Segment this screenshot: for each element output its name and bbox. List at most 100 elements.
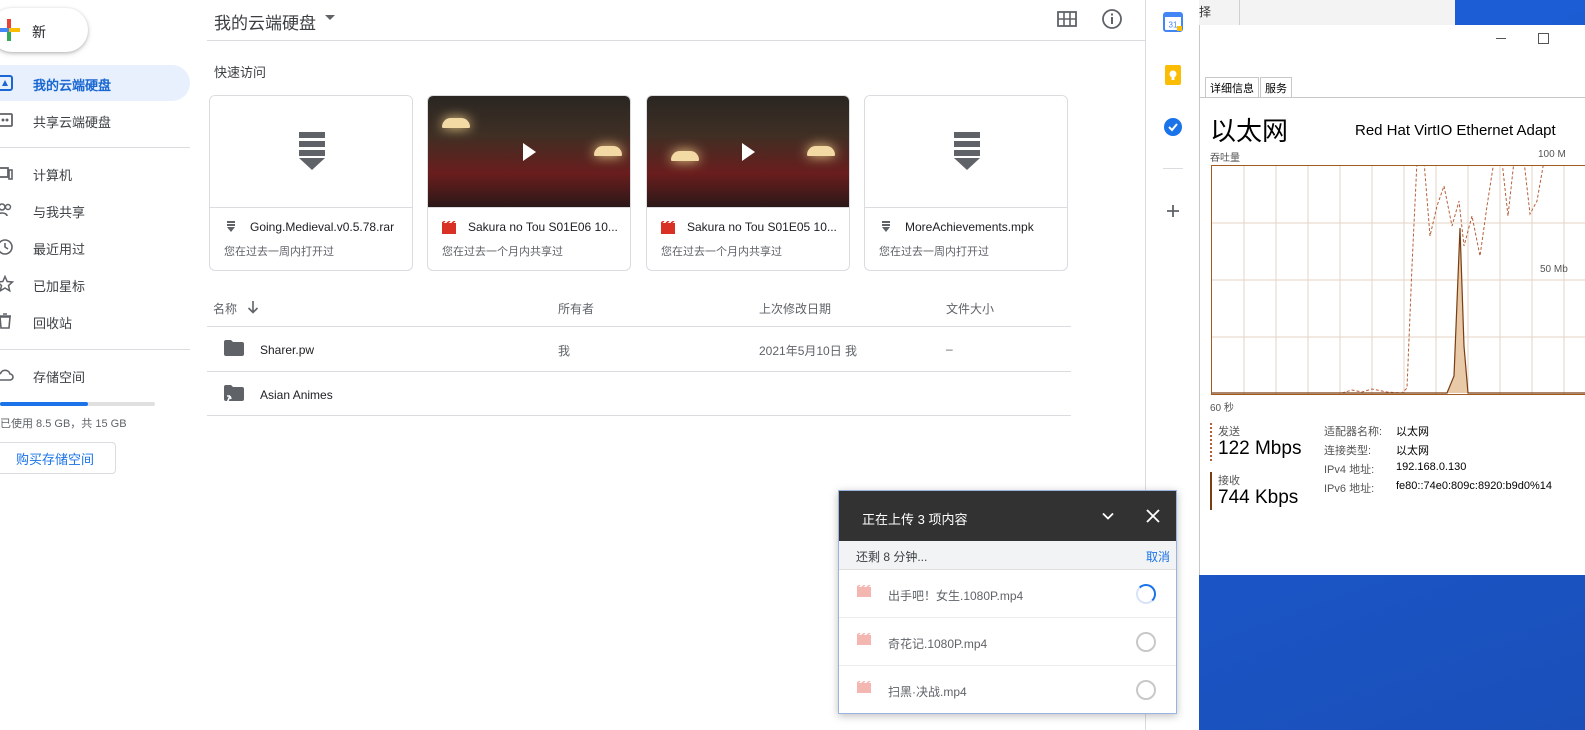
- video-file-icon: [857, 633, 871, 645]
- page-title[interactable]: 我的云端硬盘: [214, 9, 316, 34]
- buy-storage-button[interactable]: 购买存储空间: [0, 442, 116, 474]
- tasks-icon[interactable]: [1163, 117, 1183, 137]
- archive-icon: [954, 132, 980, 170]
- sidebar-item-label: 我的云端硬盘: [33, 78, 112, 93]
- cloud-icon: [0, 369, 14, 381]
- card-subtitle: 您在过去一个月内共享过: [442, 246, 563, 258]
- upload-title: 正在上传 3 项内容: [862, 512, 968, 527]
- upload-progress-spinner: [1136, 584, 1156, 604]
- sort-arrow-down-icon[interactable]: [247, 300, 259, 314]
- info-icon[interactable]: [1101, 8, 1123, 30]
- column-header-owner[interactable]: 所有者: [558, 300, 594, 317]
- card-subtitle: 您在过去一周内打开过: [879, 246, 989, 258]
- column-header-modified[interactable]: 上次修改日期: [759, 300, 831, 317]
- background-window-strip: 择: [1199, 0, 1455, 26]
- tab-details[interactable]: 详细信息: [1205, 77, 1259, 97]
- card-thumbnail: [865, 96, 1067, 208]
- sidebar-item-label: 已加星标: [33, 279, 86, 294]
- background-window-text: 择: [1199, 5, 1212, 19]
- upload-remaining-time: 还剩 8 分钟...: [856, 550, 928, 564]
- upload-panel: 正在上传 3 项内容 还剩 8 分钟... 取消 出手吧！女生.1080P.mp…: [838, 490, 1177, 714]
- table-divider: [207, 415, 1071, 416]
- detail-value: fe80::74e0:809c:8920:b9d0%14: [1396, 480, 1552, 492]
- send-legend-marker: [1210, 423, 1212, 461]
- drive-icon: [0, 75, 13, 91]
- thumbnail-lamp: [442, 118, 470, 128]
- video-file-icon: [442, 221, 456, 234]
- maximize-icon[interactable]: [1538, 33, 1549, 44]
- sidebar-item-shared-drives[interactable]: 共享云端硬盘: [0, 102, 190, 138]
- sidebar-item-label: 存储空间: [33, 370, 86, 385]
- sidebar-item-storage[interactable]: 存储空间: [0, 357, 190, 393]
- sidebar-item-recent[interactable]: 最近用过: [0, 229, 190, 265]
- sidebar-item-computers[interactable]: 计算机: [0, 155, 190, 191]
- card-subtitle: 您在过去一个月内共享过: [661, 246, 782, 258]
- shared-drive-icon: [0, 113, 13, 127]
- table-row[interactable]: Sharer.pw 我 2021年5月10日 我 –: [207, 327, 1071, 371]
- throughput-graph: [1211, 160, 1585, 395]
- computer-icon: [0, 167, 13, 180]
- quick-access-card[interactable]: Sakura no Tou S01E05 10... 您在过去一个月内共享过: [646, 95, 850, 271]
- column-header-name[interactable]: 名称: [213, 300, 237, 317]
- new-button[interactable]: 新: [0, 8, 88, 52]
- receive-label: 接收: [1218, 475, 1240, 487]
- play-icon: [523, 142, 536, 161]
- tab-strip-divider: [1200, 97, 1585, 98]
- detail-value: 以太网: [1396, 445, 1429, 457]
- row-modified: 2021年5月10日 我: [759, 344, 858, 358]
- card-thumbnail: [428, 96, 630, 208]
- graph-mid-label: 50 Mb: [1540, 264, 1568, 275]
- title-dropdown-icon[interactable]: [325, 15, 335, 20]
- svg-text:31: 31: [1169, 21, 1178, 30]
- sidebar-item-starred[interactable]: 已加星标: [0, 266, 190, 302]
- quick-access-card[interactable]: Going.Medieval.v0.5.78.rar 您在过去一周内打开过: [209, 95, 413, 271]
- upload-panel-header: 正在上传 3 项内容: [839, 491, 1176, 541]
- quick-access-card[interactable]: MoreAchievements.mpk 您在过去一周内打开过: [864, 95, 1068, 271]
- detail-key: 适配器名称:: [1324, 426, 1383, 438]
- thumbnail-lamp: [671, 151, 699, 161]
- card-file-name: Sakura no Tou S01E06 10...: [468, 220, 618, 234]
- upload-item[interactable]: 奇花记.1080P.mp4: [839, 618, 1176, 666]
- throughput-graph-canvas: [1212, 160, 1585, 394]
- video-file-icon: [857, 585, 871, 597]
- detail-key: IPv6 地址:: [1324, 483, 1375, 495]
- table-row[interactable]: Asian Animes: [207, 372, 1071, 416]
- clock-icon: [0, 239, 13, 255]
- graph-time-label: 60 秒: [1210, 403, 1234, 414]
- sidebar-divider: [0, 147, 190, 148]
- send-label: 发送: [1218, 426, 1240, 438]
- send-value: 122 Mbps: [1218, 438, 1302, 459]
- card-file-name: MoreAchievements.mpk: [905, 220, 1034, 234]
- receive-legend-marker: [1210, 472, 1212, 510]
- row-size: –: [946, 342, 953, 356]
- sidebar-item-my-drive[interactable]: 我的云端硬盘: [0, 65, 190, 101]
- play-icon: [742, 142, 755, 161]
- folder-icon: [224, 340, 244, 356]
- upload-pending-indicator: [1136, 680, 1156, 700]
- upload-pending-indicator: [1136, 632, 1156, 652]
- video-file-icon: [857, 681, 871, 693]
- keep-icon[interactable]: [1163, 65, 1183, 85]
- upload-item[interactable]: 扫黑·决战.mp4: [839, 666, 1176, 713]
- row-owner: 我: [558, 344, 571, 358]
- detail-value: 192.168.0.130: [1396, 461, 1467, 473]
- video-file-icon: [661, 221, 675, 234]
- sidebar-item-shared-with-me[interactable]: 与我共享: [0, 192, 190, 228]
- collapse-chevron-icon[interactable]: [1101, 509, 1115, 523]
- detail-key: IPv4 地址:: [1324, 464, 1375, 476]
- column-header-size[interactable]: 文件大小: [946, 300, 994, 317]
- upload-item[interactable]: 出手吧！女生.1080P.mp4: [839, 570, 1176, 618]
- calendar-icon[interactable]: 31: [1163, 12, 1183, 32]
- grid-view-icon[interactable]: [1057, 10, 1077, 28]
- thumbnail-lamp: [594, 146, 622, 156]
- plus-icon: [0, 19, 20, 41]
- quick-access-card[interactable]: Sakura no Tou S01E06 10... 您在过去一个月内共享过: [427, 95, 631, 271]
- receive-value: 744 Kbps: [1218, 487, 1299, 508]
- new-button-label: 新: [32, 24, 46, 40]
- minimize-icon[interactable]: [1496, 38, 1506, 39]
- add-addon-icon[interactable]: [1163, 201, 1183, 221]
- close-icon[interactable]: [1146, 509, 1160, 523]
- upload-cancel-button[interactable]: 取消: [1146, 548, 1170, 565]
- tab-services[interactable]: 服务: [1260, 77, 1292, 97]
- sidebar-item-trash[interactable]: 回收站: [0, 303, 190, 339]
